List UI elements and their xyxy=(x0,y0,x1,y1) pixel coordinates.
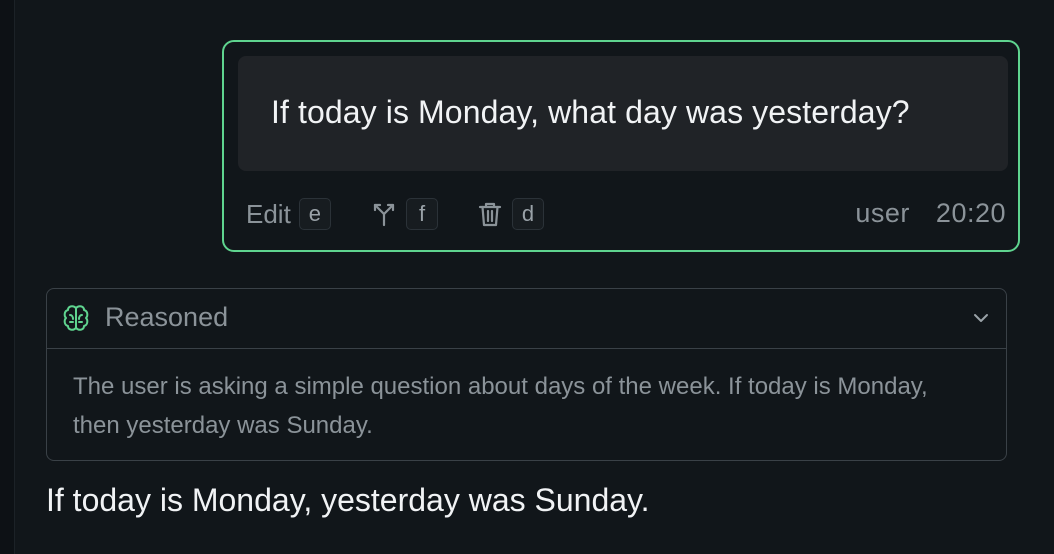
brain-icon xyxy=(61,303,91,333)
reasoning-text: The user is asking a simple question abo… xyxy=(73,373,928,439)
user-message-bubble: If today is Monday, what day was yesterd… xyxy=(238,56,1008,171)
chevron-down-icon[interactable] xyxy=(972,309,990,327)
reasoning-panel: Reasoned The user is asking a simple que… xyxy=(46,288,1007,461)
assistant-message-text: If today is Monday, yesterday was Sunday… xyxy=(46,482,650,518)
delete-shortcut-key: d xyxy=(512,198,544,230)
message-time: 20:20 xyxy=(935,198,1006,228)
message-actions: Edit e f d user 20:20 xyxy=(246,196,1006,232)
edit-label: Edit xyxy=(246,198,291,229)
fork-button[interactable]: f xyxy=(370,196,438,232)
delete-button[interactable]: d xyxy=(476,196,544,232)
user-message-text: If today is Monday, what day was yesterd… xyxy=(271,94,910,130)
user-message[interactable]: If today is Monday, what day was yesterd… xyxy=(222,40,1020,252)
message-meta: user 20:20 xyxy=(855,198,1006,229)
branch-icon xyxy=(370,200,398,228)
reasoning-toggle[interactable]: Reasoned xyxy=(47,289,1006,349)
reasoning-label: Reasoned xyxy=(105,302,229,332)
fork-shortcut-key: f xyxy=(406,198,438,230)
trash-icon xyxy=(476,200,504,228)
edit-button[interactable]: Edit e xyxy=(246,196,331,232)
message-role: user xyxy=(855,198,910,228)
edit-shortcut-key: e xyxy=(298,198,331,230)
